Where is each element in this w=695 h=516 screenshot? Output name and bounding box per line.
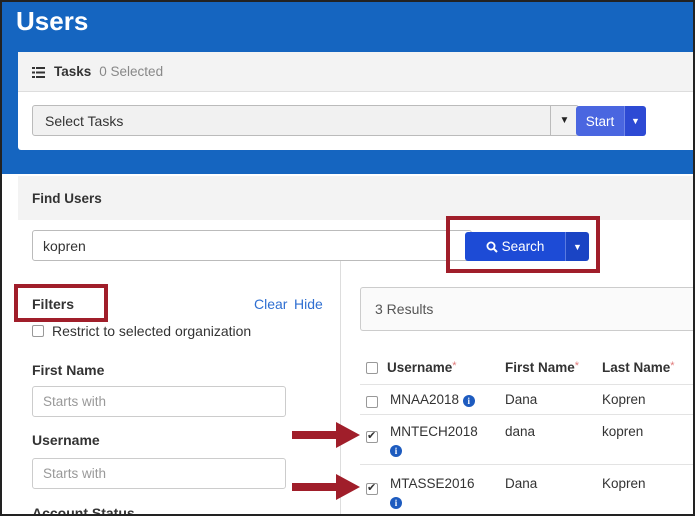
list-icon	[32, 66, 45, 78]
info-icon[interactable]: i	[390, 445, 402, 457]
caret-down-icon[interactable]: ▼	[550, 106, 578, 135]
username-cell: MNAA2018 i	[390, 392, 475, 407]
tasks-label: Tasks	[54, 64, 92, 79]
page-title: Users	[16, 6, 89, 36]
select-tasks-value: Select Tasks	[45, 112, 124, 129]
first-name-cell: dana	[505, 424, 536, 439]
column-header-first-name[interactable]: First Name*	[505, 360, 579, 375]
results-count: 3 Results	[375, 301, 434, 317]
tasks-panel: Tasks 0 Selected Select Tasks ▼ Start ▼	[18, 52, 693, 150]
filters-hide-link[interactable]: Hide	[294, 296, 323, 312]
first-name-cell: Dana	[505, 392, 538, 407]
start-dropdown-toggle[interactable]: ▼	[624, 106, 646, 136]
users-page: Users Tasks 0 Selected Select Tasks ▼ St…	[0, 0, 695, 516]
filters-clear-link[interactable]: Clear	[254, 296, 287, 312]
first-name-field[interactable]: Starts with	[32, 386, 286, 417]
row-checkbox[interactable]	[366, 396, 378, 408]
username-label: Username	[32, 432, 100, 448]
row-divider	[360, 464, 693, 465]
filters-label: Filters	[32, 296, 75, 312]
first-name-cell: Dana	[505, 476, 538, 491]
find-users-heading: Find Users	[18, 176, 693, 220]
search-highlight-box	[446, 216, 600, 273]
restrict-org-label: Restrict to selected organization	[52, 323, 252, 339]
tasks-panel-header: Tasks 0 Selected	[18, 52, 693, 92]
select-all-checkbox[interactable]	[366, 362, 378, 374]
search-input[interactable]: kopren	[32, 230, 472, 261]
username-cell: MTASSE2016	[390, 476, 475, 491]
start-button[interactable]: Start	[576, 106, 624, 136]
column-header-username[interactable]: Username*	[387, 360, 457, 375]
account-status-label: Account Status	[32, 505, 135, 516]
row-divider	[360, 414, 693, 415]
info-icon[interactable]: i	[462, 395, 475, 407]
username-field[interactable]: Starts with	[32, 458, 286, 489]
find-users-panel: Find Users kopren Search ▼ Filters Clear…	[14, 176, 693, 516]
results-count-bar: 3 Results	[360, 287, 693, 331]
tasks-selected-count: 0 Selected	[99, 64, 164, 79]
info-icon[interactable]: i	[390, 497, 402, 509]
page-header: Users Tasks 0 Selected Select Tasks ▼ St…	[2, 2, 693, 174]
column-header-last-name[interactable]: Last Name*	[602, 360, 675, 375]
last-name-cell: Kopren	[602, 392, 646, 407]
row-checkbox[interactable]	[366, 429, 378, 443]
red-arrow-icon	[292, 422, 360, 448]
select-tasks-dropdown[interactable]: Select Tasks ▼	[32, 105, 579, 136]
red-arrow-icon	[292, 474, 360, 500]
row-checkbox[interactable]	[366, 481, 378, 495]
restrict-org-checkbox[interactable]	[32, 325, 44, 337]
first-name-label: First Name	[32, 362, 105, 378]
last-name-cell: Kopren	[602, 476, 646, 491]
table-header-divider	[360, 384, 693, 385]
username-cell: MNTECH2018	[390, 424, 478, 439]
restrict-org-option[interactable]: Restrict to selected organization	[32, 323, 251, 339]
last-name-cell: kopren	[602, 424, 644, 439]
